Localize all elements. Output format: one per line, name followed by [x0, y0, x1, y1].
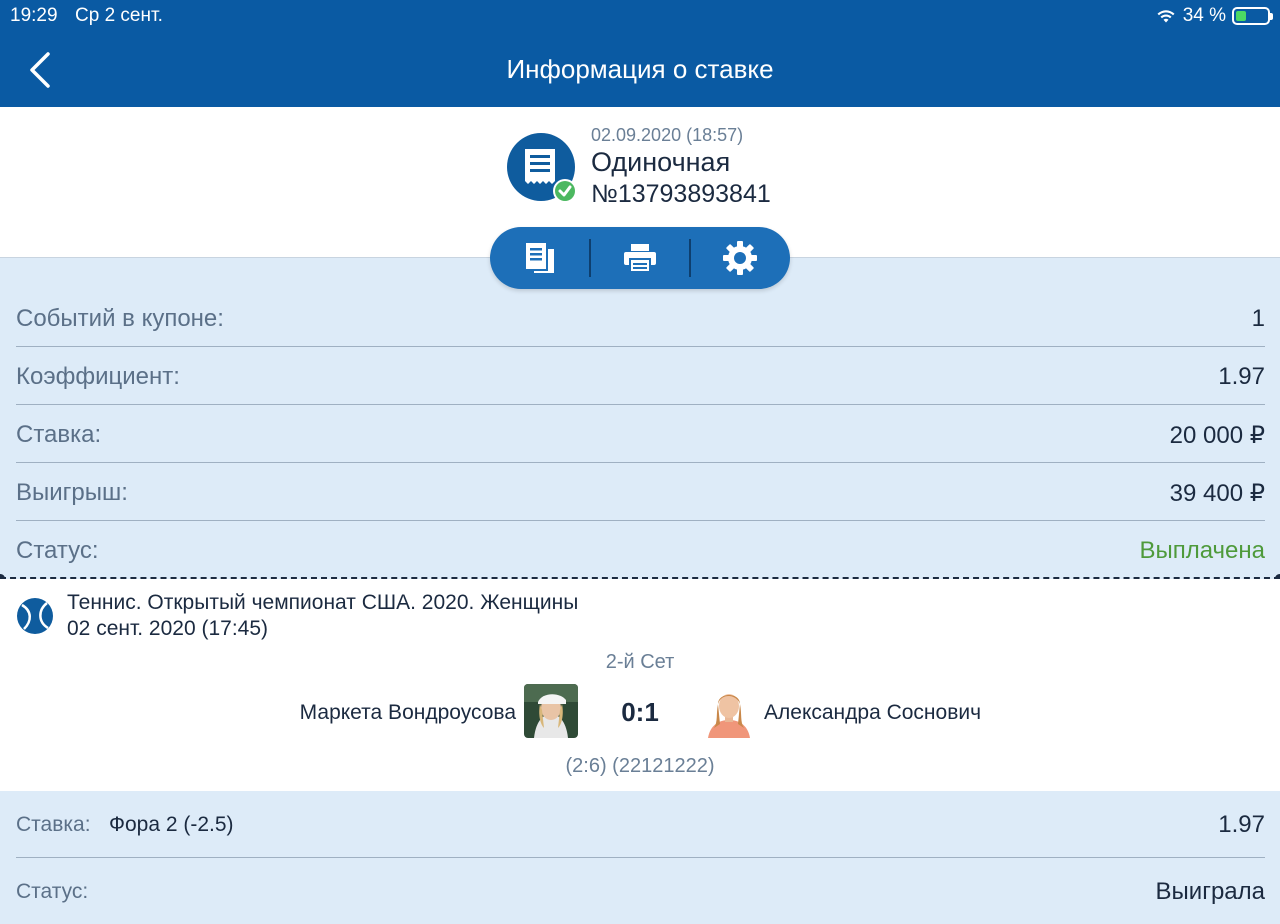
event-date: 02 сент. 2020 (17:45)	[67, 617, 269, 640]
player-2-avatar	[702, 684, 756, 738]
print-button[interactable]	[590, 227, 690, 289]
event-card: Теннис. Открытый чемпионат США. 2020. Же…	[0, 579, 1280, 791]
receipt-check-icon	[507, 133, 577, 203]
coefficient-value: 1.97	[1218, 363, 1265, 390]
status-bar: 19:29 Ср 2 сент. 34 %	[0, 0, 1280, 32]
stake-label: Ставка:	[16, 421, 102, 448]
tennis-ball-icon	[16, 597, 54, 635]
bet-status-row: Статус: Выиграла	[16, 858, 1265, 924]
nav-bar: Информация о ставке	[0, 32, 1280, 107]
stake-value: 20 000 ₽	[1169, 422, 1265, 449]
win-row: Выигрыш: 39 400 ₽	[16, 463, 1265, 521]
battery-icon	[1232, 7, 1273, 25]
bet-stake-label: Ставка:	[16, 813, 91, 836]
player-1-avatar	[524, 684, 578, 738]
events-count-label: Событий в купоне:	[16, 305, 224, 332]
bet-type: Одиночная	[591, 147, 731, 177]
settings-gear-icon	[723, 241, 757, 275]
status-date: Ср 2 сент.	[75, 5, 163, 26]
coefficient-row: Коэффициент: 1.97	[16, 347, 1265, 405]
print-icon	[624, 244, 656, 273]
bet-number: №13793893841	[591, 180, 771, 208]
period-label: 2-й Сет	[605, 651, 675, 673]
match-score: 0:1	[621, 697, 659, 727]
win-label: Выигрыш:	[16, 479, 128, 506]
status-right: 34 %	[1155, 5, 1273, 27]
player-1-name: Маркета Вондроусова	[299, 701, 516, 724]
player-2-name: Александра Соснович	[764, 701, 982, 724]
battery-level	[1236, 11, 1247, 21]
stake-row: Ставка: 20 000 ₽	[16, 405, 1265, 463]
page-title: Информация о ставке	[506, 54, 774, 84]
event-name: Теннис. Открытый чемпионат США. 2020. Же…	[67, 591, 579, 614]
events-count-value: 1	[1251, 305, 1265, 332]
bet-status-value: Выиграла	[1155, 878, 1265, 905]
action-bar	[490, 227, 790, 289]
status-row: Статус: Выплачена	[16, 521, 1265, 579]
win-value: 39 400 ₽	[1169, 480, 1265, 507]
settings-button[interactable]	[690, 227, 790, 289]
status-value: Выплачена	[1139, 537, 1265, 564]
battery-percent: 34 %	[1182, 5, 1226, 26]
coefficient-label: Коэффициент:	[16, 363, 180, 390]
copy-document-icon	[526, 243, 554, 273]
set-scores: (2:6) (22121222)	[565, 755, 715, 777]
bet-coefficient: 1.97	[1218, 811, 1265, 838]
events-count-row: Событий в купоне: 1	[16, 289, 1265, 347]
status-label: Статус:	[16, 537, 99, 564]
bet-selection-row: Ставка: Фора 2 (-2.5) 1.97	[16, 791, 1265, 858]
bet-date: 02.09.2020 (18:57)	[591, 125, 744, 145]
bet-selection: Фора 2 (-2.5)	[109, 813, 234, 836]
wifi-icon	[1157, 10, 1175, 23]
copy-button[interactable]	[490, 227, 590, 289]
bet-status-label: Статус:	[16, 880, 89, 903]
status-time: 19:29	[10, 5, 58, 26]
